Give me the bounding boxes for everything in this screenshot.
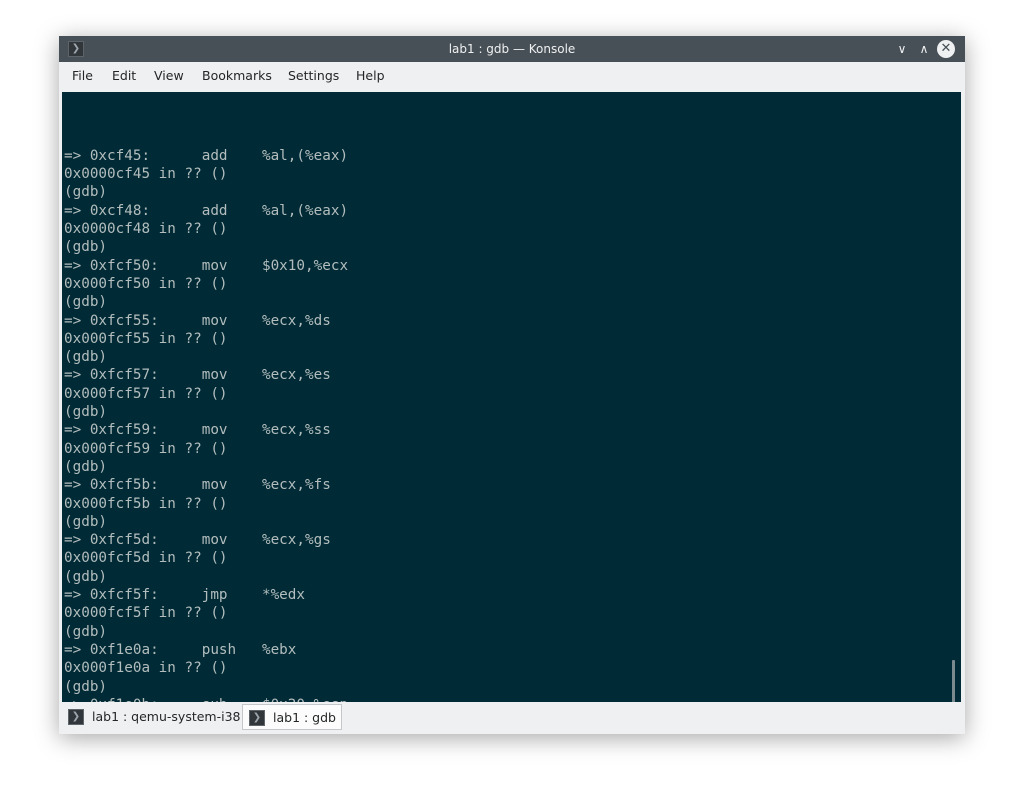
terminal-line: => 0xfcf5f: jmp *%edx <box>64 587 306 604</box>
terminal-output[interactable]: => 0xcf45: add %al,(%eax) 0x0000cf45 in ?… <box>62 92 961 702</box>
menu-bar: File Edit View Bookmarks Settings Help <box>59 62 965 90</box>
terminal-line: (gdb) <box>64 239 108 256</box>
menu-settings[interactable]: Settings <box>288 62 339 90</box>
terminal-line: => 0xfcf57: mov %ecx,%es <box>64 367 331 384</box>
terminal-line: (gdb) <box>64 458 108 475</box>
terminal-prompt-icon: ❯ <box>68 709 84 725</box>
terminal-line: => 0xfcf55: mov %ecx,%ds <box>64 312 331 329</box>
terminal-line: 0x000fcf57 in ?? () <box>64 385 228 402</box>
terminal-line: (gdb) <box>64 568 108 585</box>
tab-qemu[interactable]: ❯ lab1 : qemu-system-i38 <box>62 704 242 730</box>
chevron-down-icon[interactable]: ∨ <box>893 40 911 58</box>
menu-file[interactable]: File <box>72 62 93 90</box>
close-icon[interactable]: ✕ <box>937 40 955 58</box>
terminal-line: (gdb) <box>64 184 108 201</box>
konsole-window: ❯ lab1 : gdb — Konsole ∨ ∧ ✕ File Edit V… <box>59 36 965 734</box>
tab-gdb[interactable]: ❯ lab1 : gdb <box>242 704 342 730</box>
terminal-line: (gdb) <box>64 678 108 695</box>
terminal-line: => 0xfcf5d: mov %ecx,%gs <box>64 532 331 549</box>
terminal-line: 0x000fcf5d in ?? () <box>64 550 228 567</box>
title-bar[interactable]: ❯ lab1 : gdb — Konsole ∨ ∧ ✕ <box>59 36 965 62</box>
terminal-line: 0x000f1e0a in ?? () <box>64 660 228 677</box>
menu-help[interactable]: Help <box>356 62 385 90</box>
tab-bar: ❯ lab1 : qemu-system-i38 ❯ lab1 : gdb <box>59 702 965 734</box>
terminal-line: => 0xcf48: add %al,(%eax) <box>64 202 349 219</box>
terminal-line: 0x0000cf48 in ?? () <box>64 221 228 238</box>
terminal-line: (gdb) <box>64 513 108 530</box>
terminal-line: => 0xfcf59: mov %ecx,%ss <box>64 422 331 439</box>
terminal-text: => 0xcf45: add %al,(%eax) 0x0000cf45 in ?… <box>64 92 348 702</box>
scrollbar[interactable] <box>952 660 955 702</box>
terminal-line: (gdb) <box>64 294 108 311</box>
terminal-line: (gdb) <box>64 623 108 640</box>
terminal-line: 0x000fcf5f in ?? () <box>64 605 228 622</box>
terminal-line: 0x0000cf45 in ?? () <box>64 166 228 183</box>
chevron-up-icon[interactable]: ∧ <box>915 40 933 58</box>
terminal-line: (gdb) <box>64 349 108 366</box>
terminal-line: (gdb) <box>64 404 108 421</box>
terminal-prompt-icon: ❯ <box>249 710 265 726</box>
terminal-line: => 0xfcf5b: mov %ecx,%fs <box>64 477 331 494</box>
terminal-line: => 0xfcf50: mov $0x10,%ecx <box>64 257 349 274</box>
menu-edit[interactable]: Edit <box>112 62 136 90</box>
window-title: lab1 : gdb — Konsole <box>448 42 576 56</box>
terminal-line: 0x000fcf55 in ?? () <box>64 330 228 347</box>
menu-bookmarks[interactable]: Bookmarks <box>202 62 272 90</box>
terminal-line: 0x000fcf50 in ?? () <box>64 275 228 292</box>
terminal-line: 0x000fcf5b in ?? () <box>64 495 228 512</box>
menu-view[interactable]: View <box>154 62 184 90</box>
tab-label: lab1 : qemu-system-i38 <box>92 709 241 724</box>
terminal-line: 0x000fcf59 in ?? () <box>64 440 228 457</box>
terminal-line: => 0xf1e0a: push %ebx <box>64 641 297 658</box>
terminal-line: => 0xcf45: add %al,(%eax) <box>64 147 349 164</box>
tab-label: lab1 : gdb <box>273 710 336 725</box>
